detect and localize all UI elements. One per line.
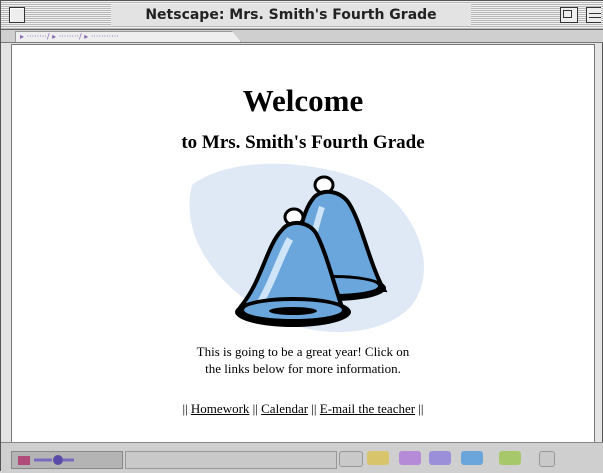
bells-icon — [189, 163, 424, 332]
page-content: Welcome to Mrs. Smith's Fourth Grade Thi… — [11, 44, 595, 443]
window-title: Netscape: Mrs. Smith's Fourth Grade — [111, 4, 471, 26]
composer-icon[interactable] — [461, 451, 483, 465]
link-separator: || — [252, 401, 258, 416]
component-bar — [339, 449, 599, 469]
conference-icon[interactable] — [499, 451, 521, 465]
browser-window: Netscape: Mrs. Smith's Fourth Grade ▸ ··… — [0, 0, 603, 473]
security-lock-icon[interactable] — [11, 451, 123, 469]
status-bar — [1, 442, 603, 473]
toolbar-tab-arrow-icon[interactable]: ▸ ········/ ▸ ········/ ▸ ··········· — [20, 32, 119, 42]
resize-grip-icon[interactable] — [539, 451, 555, 467]
page-subheading: to Mrs. Smith's Fourth Grade — [181, 132, 425, 153]
discussion-icon[interactable] — [429, 451, 451, 465]
close-box-icon[interactable] — [9, 7, 25, 23]
intro-line-2: the links below for more information. — [205, 361, 401, 376]
status-message — [125, 451, 337, 469]
collapsed-toolbar[interactable]: ▸ ········/ ▸ ········/ ▸ ··········· — [1, 30, 603, 43]
page-heading: Welcome — [242, 83, 364, 118]
mail-icon[interactable] — [399, 451, 421, 465]
homework-link[interactable]: Homework — [191, 401, 250, 416]
intro-line-1: This is going to be a great year! Click … — [196, 344, 410, 359]
title-bar[interactable]: Netscape: Mrs. Smith's Fourth Grade — [1, 1, 603, 30]
toolbar-tabs[interactable]: ▸ ········/ ▸ ········/ ▸ ··········· — [15, 31, 241, 42]
email-teacher-link[interactable]: E-mail the teacher — [320, 401, 415, 416]
intro-text: This is going to be a great year! Click … — [12, 343, 594, 377]
link-separator: || — [182, 401, 188, 416]
link-separator: || — [418, 401, 424, 416]
zoom-box-icon[interactable] — [560, 7, 578, 23]
navigator-icon[interactable] — [367, 451, 389, 465]
grip-icon[interactable] — [339, 451, 363, 467]
collapse-box-icon[interactable] — [586, 7, 601, 23]
calendar-link[interactable]: Calendar — [261, 401, 308, 416]
nav-links: || Homework || Calendar || E-mail the te… — [12, 400, 594, 417]
link-separator: || — [311, 401, 317, 416]
